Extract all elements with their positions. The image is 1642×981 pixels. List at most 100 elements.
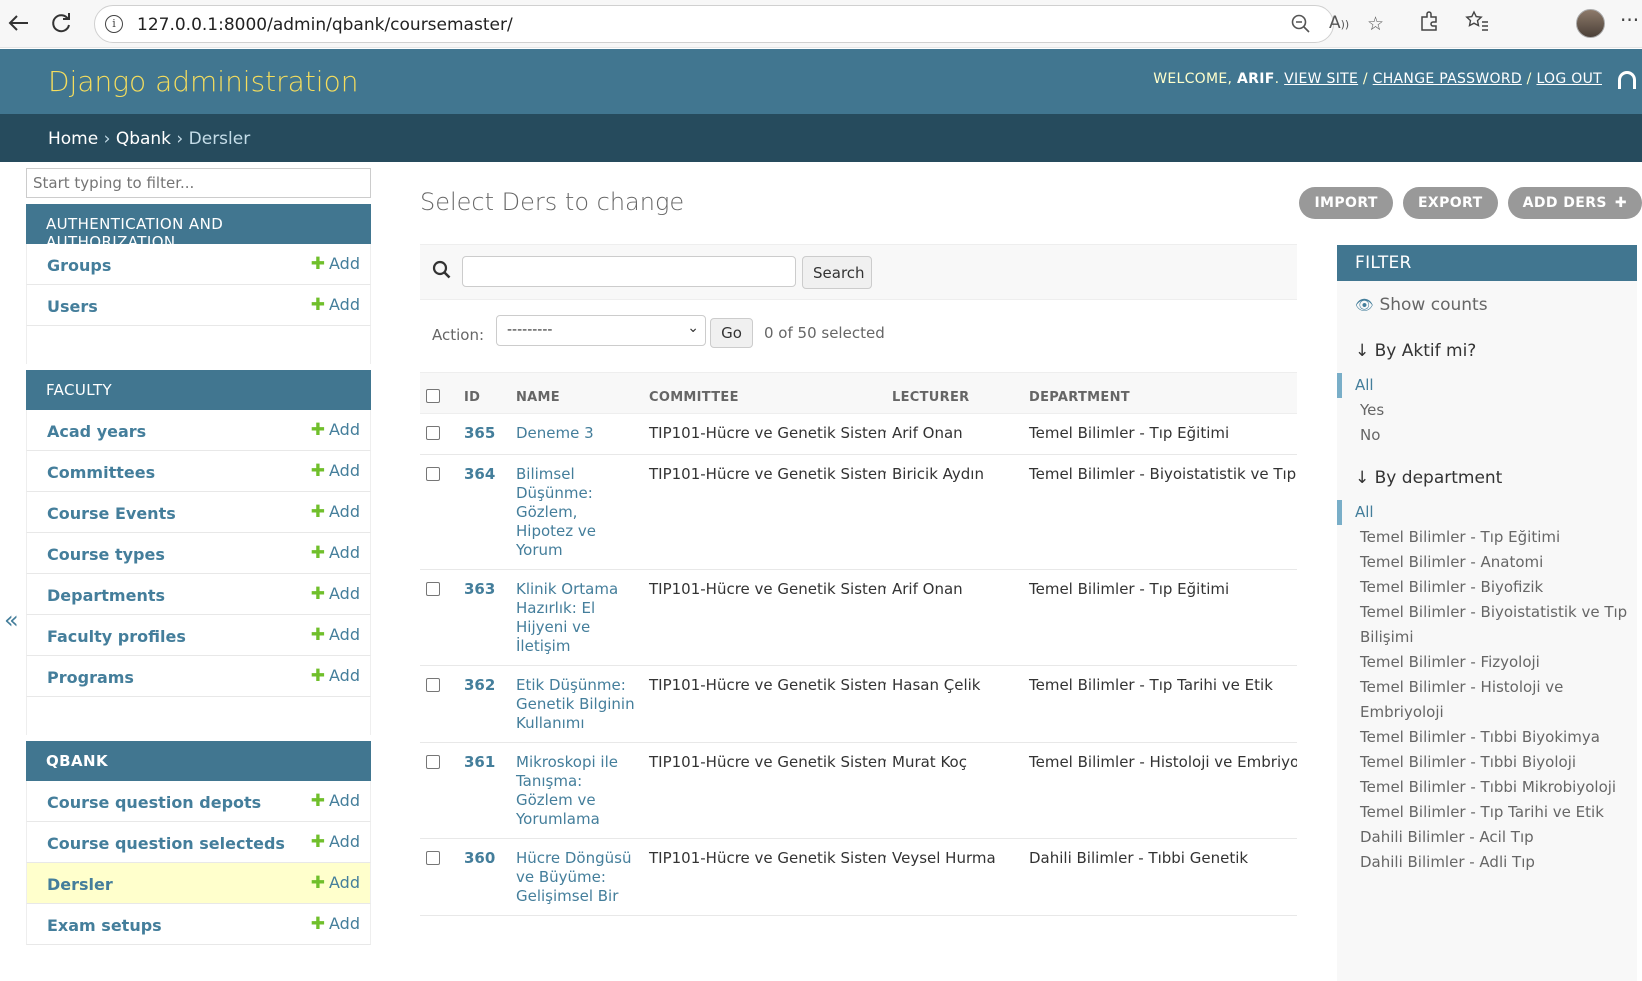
filter-option[interactable]: Temel Bilimler - Biyofizik (1337, 575, 1637, 600)
change-password-link[interactable]: CHANGE PASSWORD (1373, 71, 1522, 87)
filter-option[interactable]: Dahili Bilimler - Acil Tıp (1337, 825, 1637, 850)
column-header-department[interactable]: DEPARTMENT (1023, 372, 1297, 414)
profile-avatar[interactable] (1576, 9, 1605, 38)
go-button[interactable]: Go (710, 318, 753, 348)
add-link[interactable]: ✚ Add (311, 295, 360, 315)
filter-option[interactable]: Yes (1337, 398, 1637, 423)
site-info-icon[interactable]: i (105, 15, 123, 33)
row-checkbox[interactable] (426, 582, 440, 596)
read-aloud-icon[interactable]: A)) (1329, 13, 1349, 33)
row-checkbox[interactable] (426, 426, 440, 440)
row-checkbox[interactable] (426, 851, 440, 865)
filter-option[interactable]: Temel Bilimler - Tıp Tarihi ve Etik (1337, 800, 1637, 825)
toggle-sidebar-icon[interactable]: « (4, 606, 19, 634)
module-caption[interactable]: AUTHENTICATION AND AUTHORIZATION (26, 204, 371, 251)
row-checkbox[interactable] (426, 678, 440, 692)
model-link[interactable]: Faculty profiles (47, 627, 186, 646)
filter-option[interactable]: Temel Bilimler - Tıbbi Biyoloji (1337, 750, 1637, 775)
model-link[interactable]: Committees (47, 463, 155, 482)
row-id-link[interactable]: 364 (464, 465, 495, 483)
row-name-link[interactable]: Etik Düşünme: Genetik Bilginin Kullanımı (516, 676, 635, 732)
module-caption[interactable]: QBANK (26, 741, 371, 781)
add-link[interactable]: ✚ Add (311, 873, 360, 893)
add-link[interactable]: ✚ Add (311, 502, 360, 522)
filter-option[interactable]: Temel Bilimler - Tıbbi Mikrobiyoloji (1337, 775, 1637, 800)
site-branding[interactable]: Django administration (48, 65, 358, 98)
filter-option[interactable]: Temel Bilimler - Tıbbi Biyokimya (1337, 725, 1637, 750)
url-text[interactable]: 127.0.0.1:8000/admin/qbank/coursemaster/ (137, 15, 513, 35)
model-link[interactable]: Course question depots (47, 793, 261, 812)
model-link[interactable]: Course types (47, 545, 165, 564)
add-link[interactable]: ✚ Add (311, 420, 360, 440)
model-link[interactable]: Exam setups (47, 916, 162, 935)
search-input[interactable] (462, 256, 796, 287)
favorites-icon[interactable] (1465, 10, 1489, 37)
breadcrumb-home[interactable]: Home (48, 129, 98, 149)
add-link[interactable]: ✚ Add (311, 666, 360, 686)
filter-option[interactable]: No (1337, 423, 1637, 448)
add-link[interactable]: ✚ Add (311, 832, 360, 852)
row-checkbox[interactable] (426, 467, 440, 481)
row-name-link[interactable]: Mikroskopi ile Tanışma: Gözlem ve Yoruml… (516, 753, 618, 828)
reload-icon[interactable] (48, 10, 74, 36)
address-bar[interactable]: i 127.0.0.1:8000/admin/qbank/coursemaste… (94, 5, 1384, 43)
back-arrow-icon[interactable] (6, 10, 32, 36)
changelist: Search Action: --------- ⌄ Go 0 of 50 se… (420, 244, 1297, 916)
favorite-star-icon[interactable]: ☆ (1367, 13, 1384, 35)
column-header-name[interactable]: NAME (510, 372, 643, 414)
filter-option[interactable]: All (1337, 500, 1637, 525)
row-id-link[interactable]: 365 (464, 424, 495, 442)
model-link[interactable]: Course question selecteds (47, 834, 285, 853)
row-name-link[interactable]: Klinik Ortama Hazırlık: El Hijyeni ve İl… (516, 580, 618, 655)
breadcrumb-app[interactable]: Qbank (116, 129, 171, 149)
filter-option[interactable]: Dahili Bilimler - Adli Tıp (1337, 850, 1637, 875)
add-link[interactable]: ✚ Add (311, 254, 360, 274)
row-name-link[interactable]: Deneme 3 (516, 424, 594, 442)
module-caption[interactable]: FACULTY (26, 370, 371, 410)
row-id-link[interactable]: 361 (464, 753, 495, 771)
column-header-lecturer[interactable]: LECTURER (886, 372, 1023, 414)
add-ders-button[interactable]: ADD DERS ✚ (1507, 187, 1642, 219)
model-link[interactable]: Course Events (47, 504, 176, 523)
column-header-committee[interactable]: COMMITTEE (643, 372, 886, 414)
add-link[interactable]: ✚ Add (311, 625, 360, 645)
search-button[interactable]: Search (802, 256, 872, 289)
filter-option[interactable]: Temel Bilimler - Anatomi (1337, 550, 1637, 575)
select-all-checkbox[interactable] (426, 389, 440, 403)
export-button[interactable]: EXPORT (1402, 187, 1498, 219)
model-link[interactable]: Users (47, 297, 98, 316)
sidebar-item-acad-years: Acad years ✚ Add (26, 410, 371, 451)
show-counts-link[interactable]: 👁 Show counts (1337, 289, 1637, 321)
import-button[interactable]: IMPORT (1299, 187, 1393, 219)
model-link[interactable]: Programs (47, 668, 134, 687)
model-link[interactable]: Departments (47, 586, 165, 605)
row-name-link[interactable]: Hücre Döngüsü ve Büyüme: Gelişimsel Bir (516, 849, 631, 905)
add-link[interactable]: ✚ Add (311, 791, 360, 811)
row-checkbox[interactable] (426, 755, 440, 769)
view-site-link[interactable]: VIEW SITE (1284, 71, 1358, 87)
zoom-out-icon[interactable] (1291, 13, 1311, 40)
add-link[interactable]: ✚ Add (311, 584, 360, 604)
add-link[interactable]: ✚ Add (311, 461, 360, 481)
filter-option[interactable]: Temel Bilimler - Biyoistatistik ve Tıp B… (1337, 600, 1637, 650)
row-name-link[interactable]: Bilimsel Düşünme: Gözlem, Hipotez ve Yor… (516, 465, 596, 559)
filter-option[interactable]: Temel Bilimler - Fizyoloji (1337, 650, 1637, 675)
filter-option[interactable]: All (1337, 373, 1637, 398)
model-link[interactable]: Groups (47, 256, 111, 275)
column-header-id[interactable]: ID (458, 372, 510, 414)
log-out-link[interactable]: LOG OUT (1536, 71, 1602, 87)
filter-option[interactable]: Temel Bilimler - Tıp Eğitimi (1337, 525, 1637, 550)
row-id-link[interactable]: 363 (464, 580, 495, 598)
more-menu-icon[interactable]: ··· (1620, 8, 1639, 32)
model-link[interactable]: Dersler (47, 875, 113, 894)
row-id-link[interactable]: 362 (464, 676, 495, 694)
add-link[interactable]: ✚ Add (311, 914, 360, 934)
model-link[interactable]: Acad years (47, 422, 146, 441)
nav-filter-input[interactable] (26, 168, 371, 198)
theme-toggle-icon[interactable] (1618, 71, 1636, 89)
action-select[interactable]: --------- ⌄ (496, 315, 706, 346)
row-id-link[interactable]: 360 (464, 849, 495, 867)
filter-option[interactable]: Temel Bilimler - Histoloji ve Embriyoloj… (1337, 675, 1637, 725)
extensions-icon[interactable] (1418, 10, 1440, 37)
add-link[interactable]: ✚ Add (311, 543, 360, 563)
